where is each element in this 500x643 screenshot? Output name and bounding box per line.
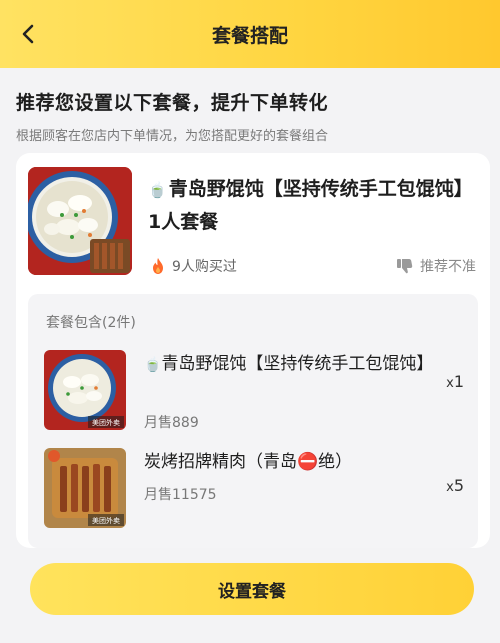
watermark: 美团外卖 [92,516,120,525]
bowl-icon: 🍵 [144,357,162,373]
item-sales: 月售889 [144,415,199,431]
item-quantity: x5 [446,476,464,495]
purchase-count-text: 9人购买过 [172,259,237,275]
not-accurate-label: 推荐不准 [420,259,476,275]
fire-icon [153,258,163,274]
item-sales: 月售11575 [144,487,217,503]
quantity-value: 1 [453,372,464,391]
item-name-text: 青岛野馄饨【坚持传统手工包馄饨】 [161,354,434,374]
item-name: 炭烤招牌精肉（青岛⛔绝） [144,452,353,472]
combo-title-text: 青岛野馄饨【坚持传统手工包馄饨】1人套餐 [148,178,464,233]
intro-section: 推荐您设置以下套餐，提升下单转化 根据顾客在您店内下单情况，为您搭配更好的套餐组… [16,88,486,144]
package-contents-header: 套餐包含(2件) [46,315,136,331]
back-button[interactable] [12,18,44,50]
item-quantity: x1 [446,372,464,391]
package-contents: 套餐包含(2件) 美团外卖 🍵青岛野馄饨【坚持传统手工包馄饨】 月售889 x1… [28,294,478,548]
page-title: 套餐搭配 [211,24,288,47]
item-name: 🍵青岛野馄饨【坚持传统手工包馄饨】 [144,350,434,379]
combo-title: 🍵 青岛野馄饨【坚持传统手工包馄饨】1人套餐 [148,173,468,238]
watermark: 美团外卖 [92,418,120,427]
top-bar: 套餐搭配 [0,0,500,68]
quantity-value: 5 [453,476,464,495]
chevron-left-icon [22,24,34,44]
wonton-image [28,167,132,275]
quantity-prefix: x [446,376,454,391]
thumbs-down-icon [397,259,413,274]
wonton-thumbnail: 美团外卖 [44,350,126,430]
bowl-icon: 🍵 [148,181,167,199]
package-card: 🍵 青岛野馄饨【坚持传统手工包馄饨】1人套餐 9人购买过 推荐不准 套餐包含(2件… [16,153,490,548]
set-package-button[interactable]: 设置套餐 [30,563,474,615]
intro-subtitle: 根据顾客在您店内下单情况，为您搭配更好的套餐组合 [16,129,329,144]
intro-title: 推荐您设置以下套餐，提升下单转化 [16,92,329,114]
purchase-count: 9人购买过 [150,256,237,276]
not-accurate-button[interactable]: 推荐不准 [396,256,476,276]
quantity-prefix: x [446,480,454,495]
skewer-thumbnail: 美团外卖 [44,448,126,528]
